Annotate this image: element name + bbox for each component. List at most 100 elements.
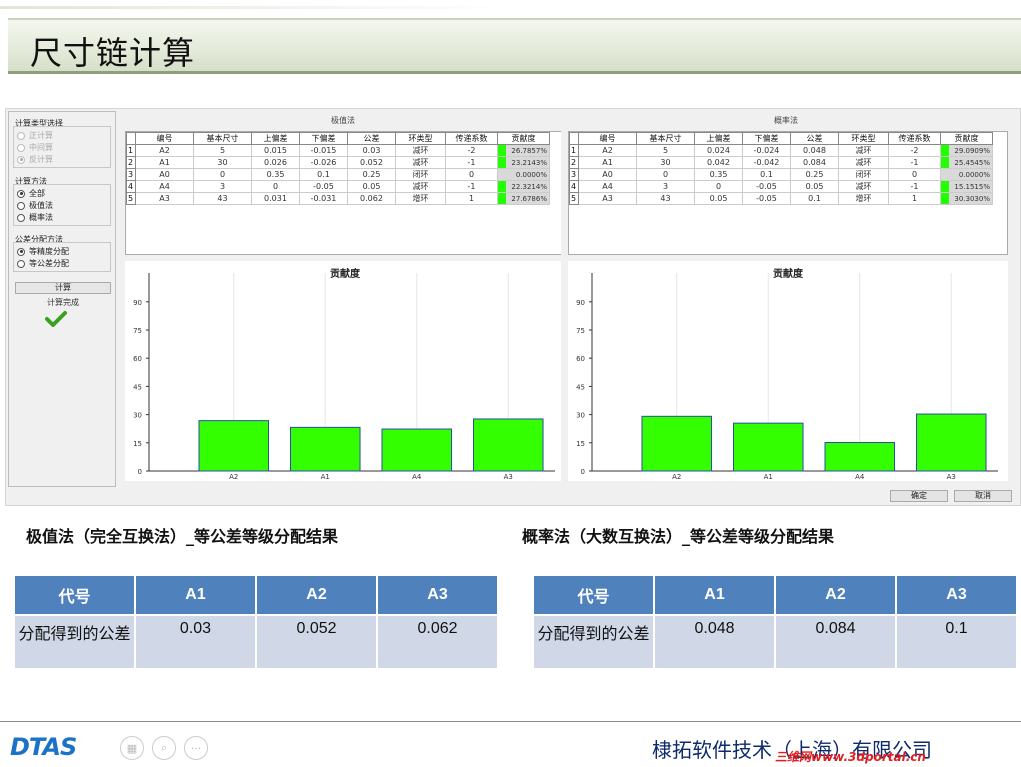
column-header[interactable]: 基本尺寸 xyxy=(636,132,695,145)
table-cell[interactable]: 0.05 xyxy=(347,180,396,193)
table-cell[interactable]: A0 xyxy=(578,168,637,181)
zoom-icon[interactable]: ⌕ xyxy=(152,736,176,760)
contribution-cell[interactable]: 15.1515% xyxy=(940,180,993,193)
table-row[interactable]: 2 A1 30 0.042 -0.042 0.084 减环 -1 25.4545% xyxy=(569,156,993,169)
table-cell[interactable]: -1 xyxy=(445,156,498,169)
table-cell[interactable]: -0.015 xyxy=(299,144,348,157)
table-cell[interactable]: 1 xyxy=(888,192,941,205)
table-row[interactable]: 2 A1 30 0.026 -0.026 0.052 减环 -1 23.2143% xyxy=(126,156,550,169)
column-header[interactable]: 编号 xyxy=(578,132,637,145)
table-cell[interactable]: -1 xyxy=(888,180,941,193)
table-cell[interactable]: 增环 xyxy=(838,192,889,205)
table-cell[interactable]: -0.026 xyxy=(299,156,348,169)
column-header[interactable]: 传递系数 xyxy=(888,132,941,145)
table-row[interactable]: 5 A3 43 0.05 -0.05 0.1 增环 1 30.3030% xyxy=(569,192,993,205)
table-cell[interactable]: 0.052 xyxy=(347,156,396,169)
table-cell[interactable]: 增环 xyxy=(395,192,446,205)
table-cell[interactable]: -1 xyxy=(445,180,498,193)
contribution-cell[interactable]: 22.3214% xyxy=(497,180,550,193)
table-cell[interactable]: 0 xyxy=(888,168,941,181)
table-cell[interactable]: 0.026 xyxy=(251,156,300,169)
table-cell[interactable]: 0.35 xyxy=(694,168,743,181)
contribution-cell[interactable]: 26.7857% xyxy=(497,144,550,157)
column-header[interactable]: 编号 xyxy=(135,132,194,145)
table-cell[interactable]: -2 xyxy=(445,144,498,157)
table-cell[interactable]: 减环 xyxy=(838,180,889,193)
tol-method-option[interactable]: 等公差分配 xyxy=(17,258,69,269)
table-cell[interactable]: 0 xyxy=(251,180,300,193)
column-header[interactable]: 贡献度 xyxy=(497,132,550,145)
column-header[interactable]: 环类型 xyxy=(838,132,889,145)
table-cell[interactable]: -2 xyxy=(888,144,941,157)
cancel-button[interactable]: 取消 xyxy=(954,490,1012,502)
column-header[interactable]: 公差 xyxy=(347,132,396,145)
table-cell[interactable]: A4 xyxy=(135,180,194,193)
table-cell[interactable]: 减环 xyxy=(395,156,446,169)
contribution-cell[interactable]: 27.6786% xyxy=(497,192,550,205)
table-cell[interactable]: 0.048 xyxy=(790,144,839,157)
more-icon[interactable]: ··· xyxy=(184,736,208,760)
table-cell[interactable]: 1 xyxy=(445,192,498,205)
table-cell[interactable]: 0.1 xyxy=(790,192,839,205)
contribution-cell[interactable]: 25.4545% xyxy=(940,156,993,169)
table-cell[interactable]: 0.25 xyxy=(790,168,839,181)
table-cell[interactable]: 0.03 xyxy=(347,144,396,157)
table-cell[interactable]: 0.35 xyxy=(251,168,300,181)
table-cell[interactable]: A4 xyxy=(578,180,637,193)
column-header[interactable]: 下偏差 xyxy=(299,132,348,145)
table-cell[interactable]: 30 xyxy=(636,156,695,169)
table-cell[interactable]: 30 xyxy=(193,156,252,169)
grid-icon[interactable]: ▦ xyxy=(120,736,144,760)
column-header[interactable]: 公差 xyxy=(790,132,839,145)
column-header[interactable]: 上偏差 xyxy=(694,132,743,145)
table-row[interactable]: 4 A4 3 0 -0.05 0.05 减环 -1 15.1515% xyxy=(569,180,993,193)
table-cell[interactable]: -0.05 xyxy=(742,180,791,193)
table-cell[interactable]: 0 xyxy=(694,180,743,193)
column-header[interactable]: 传递系数 xyxy=(445,132,498,145)
table-cell[interactable]: 减环 xyxy=(838,156,889,169)
table-cell[interactable]: 减环 xyxy=(395,144,446,157)
table-cell[interactable]: 减环 xyxy=(395,180,446,193)
column-header[interactable]: 基本尺寸 xyxy=(193,132,252,145)
table-cell[interactable]: -0.042 xyxy=(742,156,791,169)
column-header[interactable]: 上偏差 xyxy=(251,132,300,145)
table-cell[interactable]: 3 xyxy=(636,180,695,193)
column-header[interactable]: 贡献度 xyxy=(940,132,993,145)
contribution-cell[interactable]: 29.0909% xyxy=(940,144,993,157)
table-cell[interactable]: A1 xyxy=(135,156,194,169)
table-cell[interactable]: 0.024 xyxy=(694,144,743,157)
table-cell[interactable]: A3 xyxy=(135,192,194,205)
table-row[interactable]: 1 A2 5 0.015 -0.015 0.03 减环 -2 26.7857% xyxy=(126,144,550,157)
contribution-cell[interactable]: 0.0000% xyxy=(497,168,550,181)
table-cell[interactable]: 0.25 xyxy=(347,168,396,181)
calc-method-option[interactable]: 极值法 xyxy=(17,200,53,211)
ok-button[interactable]: 确定 xyxy=(890,490,948,502)
table-cell[interactable]: 0.042 xyxy=(694,156,743,169)
table-cell[interactable]: A1 xyxy=(578,156,637,169)
table-row[interactable]: 1 A2 5 0.024 -0.024 0.048 减环 -2 29.0909% xyxy=(569,144,993,157)
table-row[interactable]: 3 A0 0 0.35 0.1 0.25 闭环 0 0.0000% xyxy=(126,168,550,181)
table-cell[interactable]: 闭环 xyxy=(395,168,446,181)
table-cell[interactable]: 0 xyxy=(445,168,498,181)
table-cell[interactable]: 0 xyxy=(636,168,695,181)
table-cell[interactable]: 0.05 xyxy=(790,180,839,193)
table-cell[interactable]: 5 xyxy=(193,144,252,157)
table-cell[interactable]: -0.05 xyxy=(299,180,348,193)
table-row[interactable]: 4 A4 3 0 -0.05 0.05 减环 -1 22.3214% xyxy=(126,180,550,193)
table-cell[interactable]: 0.05 xyxy=(694,192,743,205)
calculate-button[interactable]: 计算 xyxy=(15,282,111,294)
table-cell[interactable]: -0.031 xyxy=(299,192,348,205)
table-cell[interactable]: 0.031 xyxy=(251,192,300,205)
table-cell[interactable]: -0.05 xyxy=(742,192,791,205)
table-cell[interactable]: -1 xyxy=(888,156,941,169)
table-cell[interactable]: 0.084 xyxy=(790,156,839,169)
table-cell[interactable]: 减环 xyxy=(838,144,889,157)
table-cell[interactable]: 0 xyxy=(193,168,252,181)
table-row[interactable]: 5 A3 43 0.031 -0.031 0.062 增环 1 27.6786% xyxy=(126,192,550,205)
table-cell[interactable]: 0.015 xyxy=(251,144,300,157)
tol-method-option[interactable]: 等精度分配 xyxy=(17,246,69,257)
table-cell[interactable]: -0.024 xyxy=(742,144,791,157)
table-cell[interactable]: 0.1 xyxy=(742,168,791,181)
contribution-cell[interactable]: 0.0000% xyxy=(940,168,993,181)
contribution-cell[interactable]: 23.2143% xyxy=(497,156,550,169)
